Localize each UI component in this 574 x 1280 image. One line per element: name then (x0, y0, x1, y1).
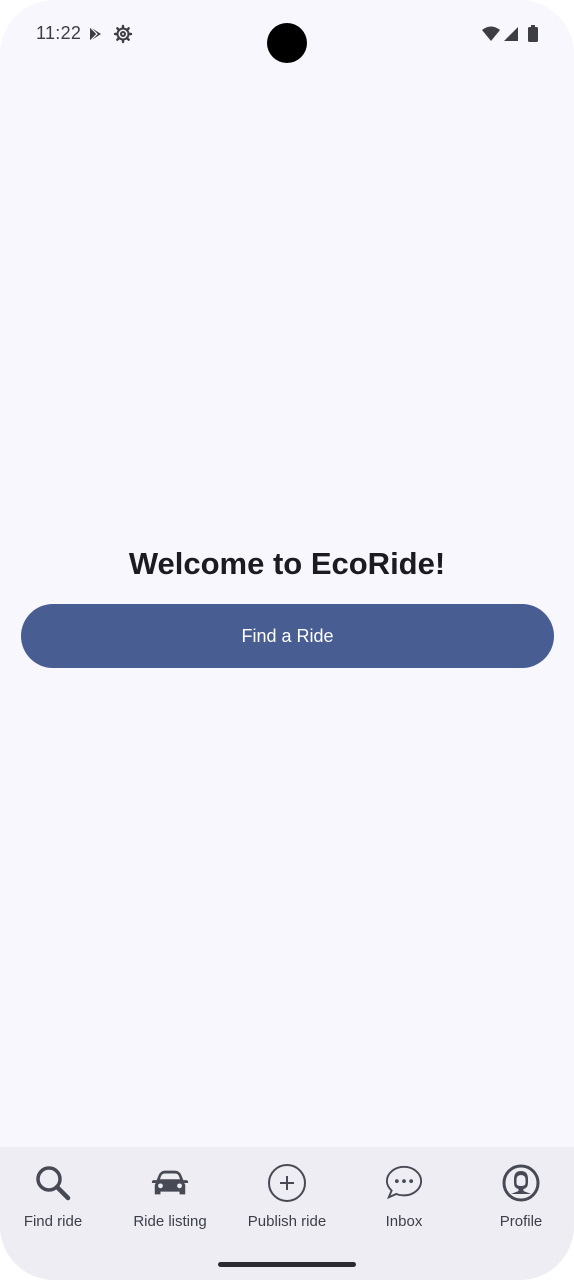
status-time: 11:22 (36, 23, 82, 43)
nav-label-ride-listing: Ride listing (133, 1213, 207, 1230)
nav-item-find-ride[interactable]: Find ride (0, 1147, 110, 1247)
battery-icon (526, 24, 546, 44)
cell-signal-icon (502, 24, 522, 44)
car-icon (150, 1163, 190, 1203)
play-store-icon (86, 24, 106, 44)
nav-item-publish-ride[interactable]: Publish ride (230, 1147, 344, 1247)
find-a-ride-button[interactable]: Find a Ride (21, 604, 554, 668)
add-circle-icon (267, 1163, 307, 1203)
welcome-title: Welcome to EcoRide! (128, 546, 446, 581)
nav-label-profile: Profile (499, 1213, 543, 1230)
nav-label-find-ride: Find ride (23, 1213, 83, 1230)
camera-cutout (267, 23, 307, 63)
nav-label-publish-ride: Publish ride (247, 1213, 327, 1230)
home-indicator[interactable] (218, 1262, 356, 1267)
profile-icon (501, 1163, 541, 1203)
status-bar: 11:22 (0, 0, 574, 70)
nav-item-ride-listing[interactable]: Ride listing (113, 1147, 227, 1247)
app-screen: 11:22 Welcome to EcoRide! Find a Ride Fi… (0, 0, 574, 1280)
nav-item-profile[interactable]: Profile (464, 1147, 574, 1247)
nav-label-inbox: Inbox (385, 1213, 423, 1230)
search-icon (33, 1163, 73, 1203)
chat-bubble-icon (384, 1163, 424, 1203)
bottom-navigation-bar: Find ride Ride listing Publish ride Inbo… (0, 1147, 574, 1280)
settings-gear-icon (113, 24, 133, 44)
wifi-icon (481, 24, 501, 44)
nav-item-inbox[interactable]: Inbox (347, 1147, 461, 1247)
